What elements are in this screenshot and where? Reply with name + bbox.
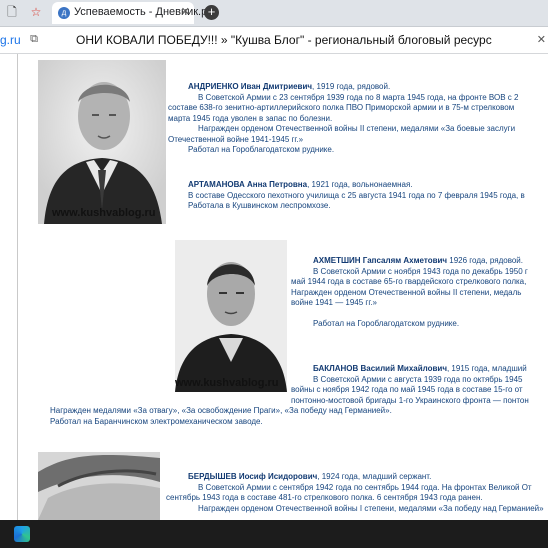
veteran-name: БАКЛАНОВ Василий Михайлович <box>313 364 447 373</box>
entry-line: Награжден орденом Отечественной войны II… <box>198 124 516 133</box>
url-fragment[interactable]: g.ru <box>0 33 21 47</box>
veteran-entry: АХМЕТШИН Гапсалям Ахметович 1926 года, р… <box>291 256 528 329</box>
entry-line: Награжден орденом Отечественной войны II… <box>291 287 522 297</box>
entry-line: Работал на Гороблагодатском руднике. <box>188 145 335 154</box>
entry-line: май 1944 года в составе 65-го гвардейско… <box>291 277 527 286</box>
entry-line: Отечественной войне 1941-1945 гг.» <box>168 134 304 144</box>
veteran-name: БЕРДЫШЕВ Иосиф Исидорович <box>188 472 318 481</box>
veteran-entry: БАКЛАНОВ Василий Михайлович, 1915 года, … <box>50 364 529 427</box>
veteran-info: , 1924 года, младший сержант. <box>317 472 432 481</box>
tab-title: Успеваемость - Дневник.ру <box>74 6 213 18</box>
entry-line: войне 1941 — 1945 гг.» <box>291 298 377 307</box>
address-bar: g.ru ⧉ ОНИ КОВАЛИ ПОБЕДУ!!! » "Кушва Бло… <box>0 27 548 54</box>
veteran-name: АХМЕТШИН Гапсалям Ахметович <box>313 256 448 265</box>
watermark-text: www.kushvablog.ru <box>52 207 156 219</box>
veteran-info: 1926 года, рядовой. <box>447 256 523 265</box>
entry-line: В Советской Армии с августа 1939 года по… <box>313 374 523 384</box>
window-control-icon[interactable]: ✕ <box>537 33 546 46</box>
entry-line: Работала в Кушвинском леспромхозе. <box>188 201 331 210</box>
entry-line: Награжден медалями «За отвагу», «За осво… <box>50 406 392 415</box>
entry-line: Награжден орденом Отечественной войны I … <box>198 503 544 513</box>
veteran-name: АРТАМАНОВА Анна Петровна <box>188 180 308 189</box>
entry-line: сентябрь 1943 года в составе 481-го стре… <box>166 493 483 502</box>
entry-line: Работал на Гороблагодатском руднике. <box>313 318 460 328</box>
copy-icon[interactable]: ⧉ <box>26 31 42 47</box>
entry-line: Работал на Баранчинском электромеханичес… <box>50 416 263 426</box>
browser-tab-bar: 🗋 ☆ д Успеваемость - Дневник.ру ✕ + <box>0 0 548 27</box>
veteran-name: АНДРИЕНКО Иван Дмитриевич <box>188 82 313 91</box>
entry-line: войны с ноября 1942 года по май 1945 год… <box>291 385 523 394</box>
entry-line: составе 638-го зенитно-артиллерийского п… <box>168 103 515 112</box>
new-tab-button[interactable]: + <box>204 5 219 20</box>
entry-line: В составе Одесского пехотного училища с … <box>188 190 525 200</box>
entry-line: марта 1945 года уволен в запас по болезн… <box>168 113 333 123</box>
veteran-entry: АНДРИЕНКО Иван Дмитриевич, 1919 года, ря… <box>168 82 518 156</box>
star-icon[interactable]: ☆ <box>28 4 44 20</box>
veteran-info: , 1921 года, вольнонаемная. <box>307 180 413 189</box>
browser-tab[interactable]: д Успеваемость - Дневник.ру ✕ <box>52 2 213 24</box>
tab-close-icon[interactable]: ✕ <box>181 5 190 18</box>
page-title: ОНИ КОВАЛИ ПОБЕДУ!!! » "Кушва Блог" - ре… <box>76 33 492 47</box>
portrait-andrienko-image <box>38 60 166 224</box>
portrait-berdyshev-image <box>38 452 160 520</box>
entry-line: В Советской Армии с сентября 1942 года п… <box>198 482 532 492</box>
tab-favicon-icon: д <box>58 7 70 19</box>
entry-line: В Советской Армии с 23 сентября 1939 год… <box>198 92 519 102</box>
portrait-akhmetshin-image <box>175 240 287 392</box>
portrait-photo-andrienko: www.kushvablog.ru <box>38 60 166 224</box>
entry-line: понтонно-мостовой бригады 1-го Украинско… <box>291 395 529 405</box>
portrait-photo-berdyshev <box>38 452 160 520</box>
page-left-border <box>17 54 18 520</box>
entry-line: В Советской Армии с ноября 1943 года по … <box>313 266 528 276</box>
veteran-entry: БЕРДЫШЕВ Иосиф Исидорович, 1924 года, мл… <box>166 472 544 514</box>
veteran-info: , 1919 года, рядовой. <box>312 82 391 91</box>
page-viewport[interactable]: www.kushvablog.ru www.kushvablog.ru АНДР… <box>0 54 548 520</box>
os-taskbar <box>0 520 548 548</box>
page-icon[interactable]: 🗋 <box>4 4 20 20</box>
veteran-entry: АРТАМАНОВА Анна Петровна, 1921 года, вол… <box>188 180 525 212</box>
veteran-info: , 1915 года, младший <box>446 364 527 373</box>
edge-browser-icon[interactable] <box>14 526 30 542</box>
portrait-photo-akhmetshin: www.kushvablog.ru <box>175 240 287 392</box>
watermark-text: www.kushvablog.ru <box>175 377 279 389</box>
